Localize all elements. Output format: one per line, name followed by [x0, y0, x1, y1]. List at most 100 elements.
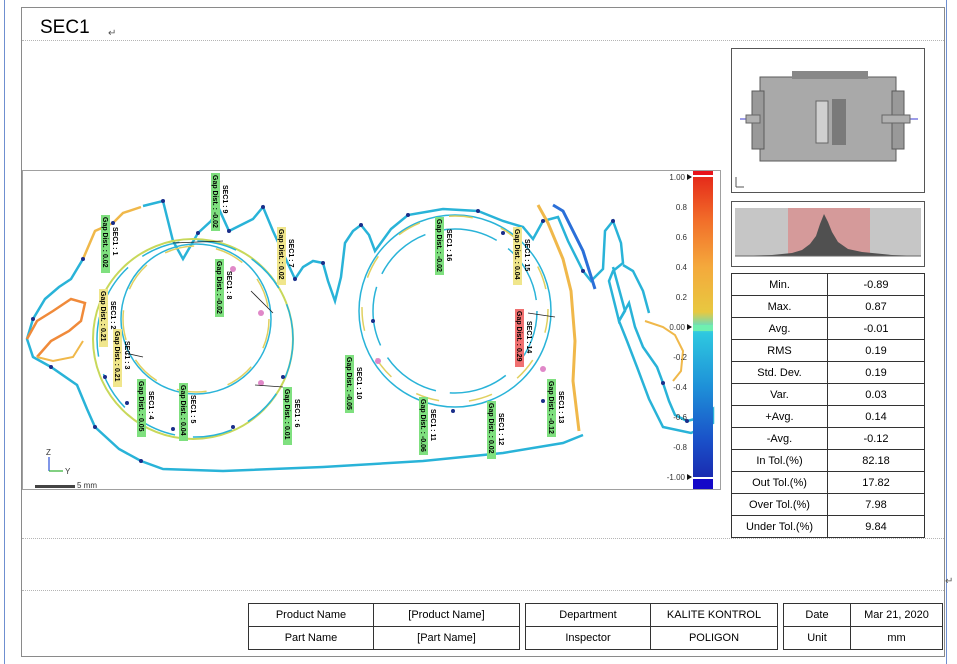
footer-product-table: Product Name [Product Name] Part Name [P… — [248, 603, 520, 650]
color-scale: 1.00 0.8 0.6 0.4 0.2 0.00 -0.2 -0.4 -0.6 -0.8 -1.0… — [667, 165, 713, 489]
gap-distance-value: Gap Dist. : 0.02 — [101, 217, 108, 268]
footer-department-table: Department KALITE KONTROL Inspector POLI… — [525, 603, 778, 650]
gap-distance-callout[interactable]: Gap Dist. : 0.02 SEC1 : 7 — [277, 227, 294, 285]
paragraph-mark-icon: ↵ — [108, 28, 117, 39]
product-name-label: Product Name — [248, 603, 374, 627]
scale-marker-icon — [687, 324, 692, 330]
stat-label: Std. Dev. — [731, 361, 828, 384]
report-title[interactable]: SEC1 — [40, 17, 90, 39]
gap-callout-name: SEC1 : 16 — [445, 229, 452, 261]
gap-callout-name: SEC1 : 15 — [523, 239, 530, 271]
gap-distance-callout[interactable]: Gap Dist. : -0.05 SEC1 : 10 — [345, 355, 362, 413]
stat-row: Over Tol.(%) 7.98 — [731, 493, 925, 516]
gap-distance-callout[interactable]: Gap Dist. : -0.02 SEC1 : 16 — [435, 217, 452, 275]
gap-callout-name: SEC1 : 7 — [287, 239, 294, 268]
gap-distance-callout[interactable]: Gap Dist. : 0.04 SEC1 : 15 — [513, 227, 530, 285]
part-thumbnail[interactable] — [731, 48, 925, 193]
gap-label-layer: Gap Dist. : 0.02 SEC1 : 1 Gap Dist. : 0.21… — [99, 173, 564, 459]
scale-tick-label: 0.6 — [676, 233, 688, 242]
axis-y-label: Y — [65, 467, 71, 476]
gap-callout-name: SEC1 : 13 — [557, 391, 564, 423]
gap-distance-value: Gap Dist. : -0.02 — [215, 261, 222, 314]
stat-value: 9.84 — [827, 515, 925, 538]
gap-distance-callout[interactable]: Gap Dist. : 0.02 SEC1 : 12 — [487, 401, 504, 459]
stat-row: Min. -0.89 — [731, 273, 925, 296]
gap-distance-value: Gap Dist. : -0.06 — [419, 399, 426, 452]
gap-callout-name: SEC1 : 5 — [189, 395, 196, 424]
scale-tick-label: -0.4 — [673, 383, 687, 392]
part-name-value[interactable]: [Part Name] — [373, 626, 520, 650]
gap-distance-callout[interactable]: Gap Dist. : 0.01 SEC1 : 6 — [283, 387, 300, 445]
section-contour-svg: Y Z 5 mm Gap Dist. : 0.02 SEC1 : 1Gap Dis… — [25, 165, 715, 490]
gap-distance-callout[interactable]: Gap Dist. : 0.29 SEC1 : 14 — [515, 309, 532, 367]
unit-label: Unit — [783, 626, 851, 650]
stat-value: 7.98 — [827, 493, 925, 516]
deviation-histogram[interactable] — [731, 201, 925, 267]
gap-distance-callout[interactable]: Gap Dist. : 0.02 SEC1 : 1 — [101, 215, 118, 273]
gap-distance-callout[interactable]: Gap Dist. : 0.21 SEC1 : 3 — [113, 329, 130, 387]
stat-value: 0.19 — [827, 361, 925, 384]
scale-tick-label: -0.2 — [673, 353, 687, 362]
stat-value: 0.19 — [827, 339, 925, 362]
tolerance-band — [693, 325, 713, 331]
stat-row: -Avg. -0.12 — [731, 427, 925, 450]
page-margin-right — [946, 0, 947, 664]
stat-row: In Tol.(%) 82.18 — [731, 449, 925, 472]
paragraph-mark-icon: ↵ — [945, 576, 954, 587]
inspector-label: Inspector — [525, 626, 651, 650]
stat-row: RMS 0.19 — [731, 339, 925, 362]
statistics-table: Min. -0.89 Max. 0.87 Avg. -0.01 RMS 0.19 Std. De… — [731, 273, 925, 538]
gap-distance-value: Gap Dist. : 0.04 — [179, 385, 186, 436]
stat-row: Avg. -0.01 — [731, 317, 925, 340]
page-margin-left — [4, 0, 5, 664]
gap-distance-callout[interactable]: Gap Dist. : -0.12 SEC1 : 13 — [547, 379, 564, 437]
stat-label: Out Tol.(%) — [731, 471, 828, 494]
gap-callout-name: SEC1 : 12 — [497, 413, 504, 445]
gap-distance-callout[interactable]: Gap Dist. : 0.05 SEC1 : 4 — [137, 379, 154, 437]
gap-distance-value: Gap Dist. : 0.02 — [487, 403, 494, 454]
stat-label: Var. — [731, 383, 828, 406]
gap-distance-callout[interactable]: Gap Dist. : -0.02 SEC1 : 8 — [215, 259, 232, 317]
gap-callout-name: SEC1 : 8 — [225, 271, 232, 300]
stat-row: Under Tol.(%) 9.84 — [731, 515, 925, 538]
scale-tick-label: 0.00 — [669, 323, 685, 332]
gap-distance-value: Gap Dist. : 0.29 — [515, 311, 522, 362]
date-value[interactable]: Mar 21, 2020 — [850, 603, 943, 627]
stat-label: Max. — [731, 295, 828, 318]
gap-callout-name: SEC1 : 4 — [147, 391, 154, 420]
gap-distance-value: Gap Dist. : 0.21 — [99, 291, 106, 342]
axis-z-label: Z — [46, 448, 51, 457]
stat-label: Avg. — [731, 317, 828, 340]
gap-callout-name: SEC1 : 14 — [525, 321, 532, 353]
stat-label: -Avg. — [731, 427, 828, 450]
stat-row: Var. 0.03 — [731, 383, 925, 406]
scale-tick-label: 1.00 — [669, 173, 685, 182]
stat-label: RMS — [731, 339, 828, 362]
guide-line — [22, 40, 944, 41]
stat-label: Over Tol.(%) — [731, 493, 828, 516]
part-thumbnail-svg — [735, 71, 918, 188]
gap-distance-value: Gap Dist. : -0.02 — [211, 175, 218, 228]
department-value[interactable]: KALITE KONTROL — [650, 603, 778, 627]
scale-tick-label: -0.8 — [673, 443, 687, 452]
under-tolerance-swatch — [693, 479, 713, 489]
product-name-value[interactable]: [Product Name] — [373, 603, 520, 627]
scale-bar-label: 5 mm — [77, 481, 97, 490]
footer-date-table: Date Mar 21, 2020 Unit mm — [783, 603, 943, 650]
gap-callout-name: SEC1 : 3 — [123, 341, 130, 370]
gap-callout-name: SEC1 : 11 — [429, 409, 436, 441]
unit-value[interactable]: mm — [850, 626, 943, 650]
stat-value: -0.12 — [827, 427, 925, 450]
department-label: Department — [525, 603, 651, 627]
stat-value: 82.18 — [827, 449, 925, 472]
section-deviation-view[interactable]: Y Z 5 mm Gap Dist. : 0.02 SEC1 : 1 Gap Dis… — [22, 165, 721, 490]
gap-callout-name: SEC1 : 9 — [221, 185, 228, 214]
gap-distance-value: Gap Dist. : 0.02 — [277, 229, 284, 280]
scale-ticks: 1.00 0.8 0.6 0.4 0.2 0.00 -0.2 -0.4 -0.6 -0.8 -1.0… — [667, 173, 692, 482]
stat-value: -0.01 — [827, 317, 925, 340]
inspector-value[interactable]: POLIGON — [650, 626, 778, 650]
histogram-svg — [735, 208, 921, 257]
date-label: Date — [783, 603, 851, 627]
gap-distance-callout[interactable]: Gap Dist. : -0.06 SEC1 : 11 — [419, 397, 436, 455]
stat-label: Under Tol.(%) — [731, 515, 828, 538]
